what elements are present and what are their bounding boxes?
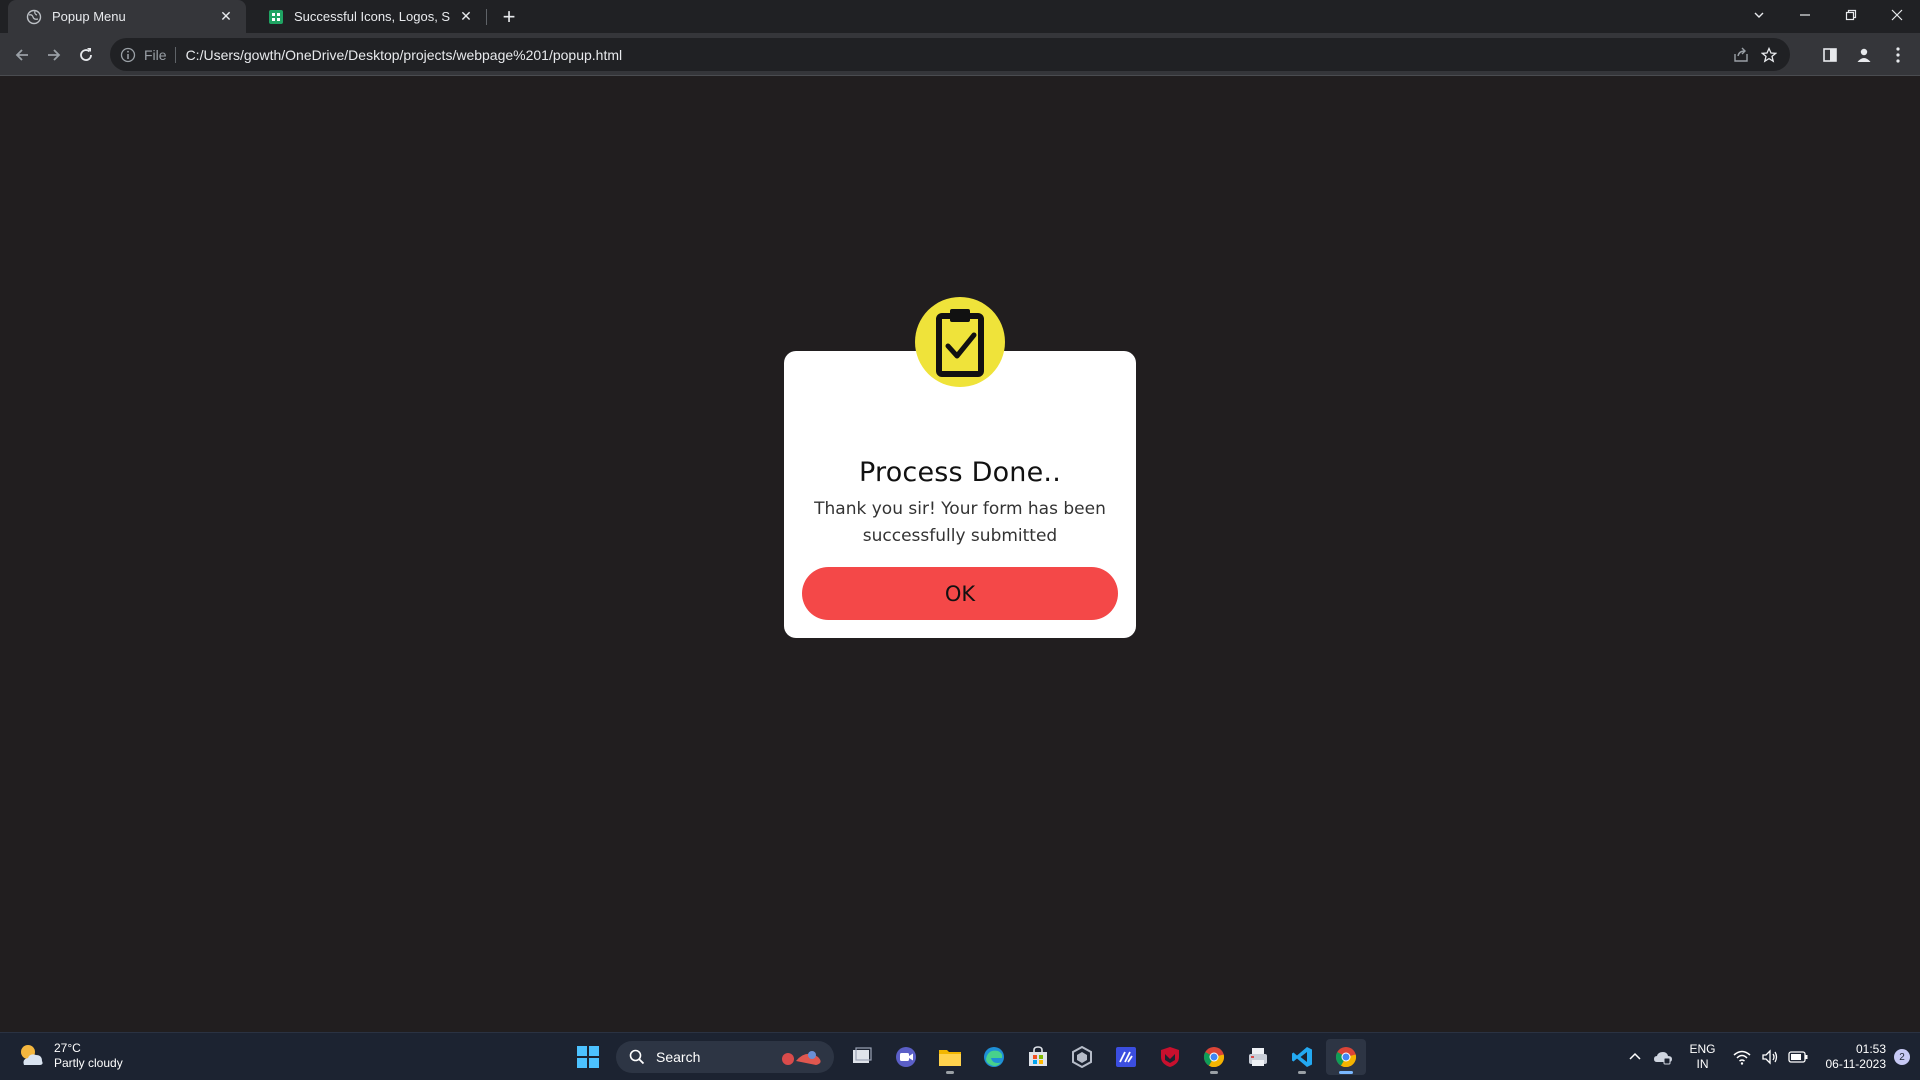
tab-search-icon[interactable] (1736, 0, 1782, 30)
tab-title: Successful Icons, Logos, Symbols (294, 9, 450, 24)
tab-divider (486, 9, 487, 25)
battery-icon[interactable] (1787, 1046, 1809, 1068)
tab-successful-icons[interactable]: Successful Icons, Logos, Symbols ✕ (250, 0, 486, 33)
notification-badge[interactable]: 2 (1894, 1049, 1910, 1065)
close-tab-icon[interactable]: ✕ (456, 7, 476, 27)
microsoft-store-icon[interactable] (1018, 1039, 1058, 1075)
share-icon[interactable] (1732, 46, 1750, 64)
taskbar-apps: Search (566, 1039, 1368, 1075)
language-indicator[interactable]: ENG IN (1689, 1042, 1715, 1072)
scheme-label: File (144, 46, 167, 63)
side-panel-icon[interactable] (1816, 41, 1844, 69)
popup-title: Process Done.. (858, 457, 1061, 488)
teams-chat-icon[interactable] (886, 1039, 926, 1075)
mcafee-icon[interactable] (1150, 1039, 1190, 1075)
weather-condition: Partly cloudy (54, 1056, 123, 1070)
onedrive-cloud-icon[interactable] (1652, 1046, 1674, 1068)
profile-icon[interactable] (1850, 41, 1878, 69)
close-window-icon[interactable] (1874, 0, 1920, 30)
system-tray: ENG IN 01:53 06-11-2023 2 (1621, 1033, 1920, 1080)
omnibox-actions (1732, 46, 1778, 64)
unity-hub-icon[interactable] (1062, 1039, 1102, 1075)
chevron-up-icon[interactable] (1624, 1046, 1646, 1068)
taskbar-search[interactable]: Search (616, 1041, 834, 1073)
taskbar-clock[interactable]: 01:53 06-11-2023 (1826, 1042, 1887, 1072)
new-tab-button[interactable]: + (496, 4, 522, 30)
volume-icon[interactable] (1759, 1046, 1781, 1068)
tab-title: Popup Menu (52, 9, 126, 24)
chrome-icon[interactable] (1194, 1039, 1234, 1075)
window-controls (1736, 0, 1920, 30)
task-view-icon[interactable] (842, 1039, 882, 1075)
printer-app-icon[interactable] (1238, 1039, 1278, 1075)
ok-button[interactable]: OK (802, 567, 1118, 620)
weather-temp: 27°C (54, 1041, 81, 1055)
kebab-menu-icon[interactable] (1884, 41, 1912, 69)
clipboard-check-icon (915, 297, 1005, 387)
chrome-active-icon[interactable] (1326, 1039, 1366, 1075)
lang-line2: IN (1696, 1057, 1709, 1071)
bookmark-star-icon[interactable] (1760, 46, 1778, 64)
search-label: Search (656, 1049, 701, 1065)
clock-time: 01:53 (1855, 1042, 1886, 1056)
toolbar-right-actions (1816, 41, 1920, 69)
reload-icon[interactable] (72, 41, 100, 69)
tab-popup-menu[interactable]: Popup Menu ✕ (8, 0, 246, 33)
weather-widget[interactable]: 27°C Partly cloudy (16, 1041, 123, 1071)
vscode-icon[interactable] (1282, 1039, 1322, 1075)
popup-message: Thank you sir! Your form has been succes… (814, 499, 1106, 546)
restore-icon[interactable] (1828, 0, 1874, 30)
edge-browser-icon[interactable] (974, 1039, 1014, 1075)
omnibox-divider (174, 46, 176, 63)
address-bar[interactable]: File C:/Users/gowth/OneDrive/Desktop/pro… (110, 38, 1790, 71)
search-icon (628, 1048, 646, 1066)
clock-date: 06-11-2023 (1825, 1057, 1887, 1071)
close-tab-icon[interactable]: ✕ (216, 7, 236, 27)
success-popup: Process Done.. Thank you sir! Your form … (784, 297, 1136, 638)
windows-taskbar: 27°C Partly cloudy Search ENG IN 01:53 0… (0, 1032, 1920, 1080)
blue-app-icon[interactable] (1106, 1039, 1146, 1075)
lang-line1: ENG (1689, 1042, 1716, 1056)
wifi-icon[interactable] (1731, 1046, 1753, 1068)
windows-start-icon[interactable] (568, 1039, 608, 1075)
tab-strip: Popup Menu ✕ Successful Icons, Logos, Sy… (0, 0, 1920, 33)
page-viewport: Process Done.. Thank you sir! Your form … (0, 77, 1920, 1032)
back-arrow-icon[interactable] (8, 41, 36, 69)
url-text[interactable]: C:/Users/gowth/OneDrive/Desktop/projects… (186, 47, 623, 63)
search-highlight-icon (782, 1051, 821, 1065)
browser-toolbar: File C:/Users/gowth/OneDrive/Desktop/pro… (0, 33, 1920, 76)
minimize-icon[interactable] (1782, 0, 1828, 30)
file-explorer-icon[interactable] (930, 1039, 970, 1075)
partly-cloudy-icon (16, 1041, 46, 1071)
forward-arrow-icon[interactable] (40, 41, 68, 69)
spreadsheet-icon (268, 9, 284, 25)
info-icon[interactable] (120, 47, 136, 63)
globe-icon (26, 9, 42, 25)
